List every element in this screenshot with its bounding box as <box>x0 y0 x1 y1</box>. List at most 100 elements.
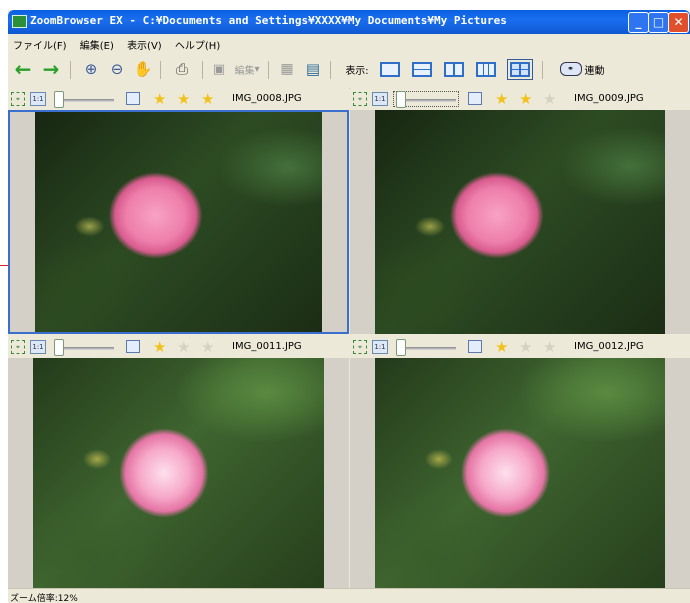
fit-to-window-icon[interactable]: ⌖ <box>353 92 367 106</box>
rose-photo <box>375 110 665 334</box>
menu-file[interactable]: ファイル(F) <box>8 34 72 52</box>
actual-size-icon[interactable]: 1:1 <box>372 340 388 354</box>
zoom-slider-thumb[interactable] <box>396 91 406 108</box>
layout-vertical-icon <box>444 61 464 77</box>
zoom-slider[interactable] <box>396 339 456 356</box>
pane-header: ⌖ 1:1 ★ ★ ★ IMG_0008.JPG <box>8 88 349 110</box>
image-area <box>8 358 349 588</box>
info-icon[interactable] <box>126 340 140 353</box>
menu-help[interactable]: ヘルプ(H) <box>170 34 225 52</box>
info-icon[interactable] <box>468 92 482 105</box>
layout-grid-icon <box>507 58 533 80</box>
hand-tool-icon[interactable]: ✋ <box>132 58 154 80</box>
image-pane[interactable]: ⌖ 1:1 ★ ★ ★ IMG_0009.JPG <box>350 88 690 334</box>
edit-menu-button: 編集 ▾ <box>234 63 260 77</box>
layout-horizontal-icon <box>412 61 432 77</box>
app-window: ZoomBrowser EX - C:¥Documents and Settin… <box>8 10 690 603</box>
star-icon[interactable]: ★ <box>495 90 508 108</box>
menu-view[interactable]: 表示(V) <box>122 34 167 52</box>
menu-edit[interactable]: 編集(E) <box>75 34 119 52</box>
pane-header: ⌖ 1:1 ★ ★ ★ IMG_0012.JPG <box>350 336 690 358</box>
rose-photo <box>35 112 322 332</box>
layout-single-button[interactable] <box>376 58 404 80</box>
sync-button[interactable]: ⚭ 連動 <box>550 58 614 80</box>
star-icon[interactable]: ★ <box>519 338 532 356</box>
fit-to-window-icon[interactable]: ⌖ <box>11 92 25 106</box>
fit-to-window-icon[interactable]: ⌖ <box>11 340 25 354</box>
menu-bar: ファイル(F) 編集(E) 表示(V) ヘルプ(H) <box>8 34 690 52</box>
image-area <box>350 110 690 334</box>
forward-arrow-icon[interactable]: → <box>40 57 62 81</box>
toolbar-separator <box>268 61 269 79</box>
zoom-slider-track <box>404 347 456 350</box>
zoom-slider-thumb[interactable] <box>54 91 64 108</box>
pane-header: ⌖ 1:1 ★ ★ ★ IMG_0009.JPG <box>350 88 690 110</box>
maximize-button[interactable]: □ <box>648 12 669 33</box>
toolbar: ← → ⊕ ⊖ ✋ ⎙ ▣ 編集 ▾ ▦ ▤ 表示: ⚭ 連動 <box>8 52 690 89</box>
rose-photo <box>375 358 665 588</box>
zoom-out-icon[interactable]: ⊖ <box>106 58 128 80</box>
close-button[interactable]: ✕ <box>668 12 689 33</box>
image-pane[interactable]: ⌖ 1:1 ★ ★ ★ IMG_0008.JPG <box>8 88 349 334</box>
zoom-slider-thumb[interactable] <box>54 339 64 356</box>
star-icon[interactable]: ★ <box>495 338 508 356</box>
layout-single-icon <box>380 61 400 77</box>
star-icon[interactable]: ★ <box>153 338 166 356</box>
star-icon[interactable]: ★ <box>177 338 190 356</box>
image-area <box>350 358 690 588</box>
window-title: ZoomBrowser EX - C:¥Documents and Settin… <box>30 14 507 27</box>
zoom-slider-track <box>62 347 114 350</box>
edit-image-icon: ▣ <box>212 61 226 77</box>
star-icon[interactable]: ★ <box>543 338 556 356</box>
zoom-slider-track <box>62 99 114 102</box>
actual-size-icon[interactable]: 1:1 <box>30 92 46 106</box>
slideshow-icon[interactable]: ▤ <box>302 58 324 80</box>
info-icon[interactable] <box>468 340 482 353</box>
zoom-slider[interactable] <box>54 91 114 108</box>
zoom-slider-thumb[interactable] <box>396 339 406 356</box>
zoom-in-icon[interactable]: ⊕ <box>80 58 102 80</box>
title-bar: ZoomBrowser EX - C:¥Documents and Settin… <box>8 10 690 34</box>
zoom-slider[interactable] <box>54 339 114 356</box>
file-name: IMG_0009.JPG <box>574 93 644 104</box>
zoom-slider-track <box>404 99 456 102</box>
print-icon[interactable]: ⎙ <box>170 58 194 80</box>
layout-vertical-button[interactable] <box>440 58 468 80</box>
app-icon <box>12 15 27 28</box>
actual-size-icon[interactable]: 1:1 <box>372 92 388 106</box>
sync-icon: ⚭ <box>559 62 582 76</box>
toolbar-separator <box>330 61 331 79</box>
grid-icon: ▦ <box>280 61 294 77</box>
toolbar-separator <box>160 61 161 79</box>
fit-to-window-icon[interactable]: ⌖ <box>353 340 367 354</box>
star-icon[interactable]: ★ <box>201 338 214 356</box>
actual-size-icon[interactable]: 1:1 <box>30 340 46 354</box>
star-icon[interactable]: ★ <box>177 90 190 108</box>
star-icon[interactable]: ★ <box>201 90 214 108</box>
pane-header: ⌖ 1:1 ★ ★ ★ IMG_0011.JPG <box>8 336 349 358</box>
layout-three-column-icon <box>476 61 496 77</box>
layout-three-column-button[interactable] <box>472 58 500 80</box>
layout-grid-button[interactable] <box>506 58 534 80</box>
image-area <box>8 110 349 334</box>
file-name: IMG_0012.JPG <box>574 341 644 352</box>
star-icon[interactable]: ★ <box>519 90 532 108</box>
toolbar-separator <box>70 61 71 79</box>
back-arrow-icon[interactable]: ← <box>12 57 34 81</box>
toolbar-separator <box>202 61 203 79</box>
info-icon[interactable] <box>126 92 140 105</box>
rose-photo <box>33 358 324 588</box>
image-pane[interactable]: ⌖ 1:1 ★ ★ ★ IMG_0012.JPG <box>350 336 690 588</box>
star-icon[interactable]: ★ <box>543 90 556 108</box>
file-name: IMG_0008.JPG <box>232 93 302 104</box>
star-icon[interactable]: ★ <box>153 90 166 108</box>
status-bar: ズーム倍率:12% <box>8 588 690 603</box>
zoom-level-status: ズーム倍率:12% <box>10 594 78 603</box>
sync-label: 連動 <box>584 65 605 77</box>
minimize-button[interactable]: _ <box>628 12 649 33</box>
image-pane[interactable]: ⌖ 1:1 ★ ★ ★ IMG_0011.JPG <box>8 336 349 588</box>
zoom-slider[interactable] <box>393 91 459 108</box>
edit-label: 編集 <box>234 65 255 77</box>
layout-horizontal-button[interactable] <box>408 58 436 80</box>
file-name: IMG_0011.JPG <box>232 341 302 352</box>
